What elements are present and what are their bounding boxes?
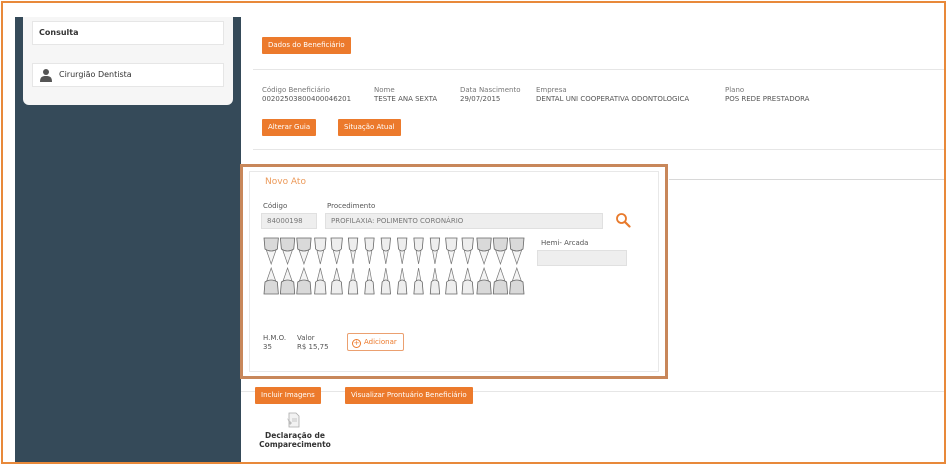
tooth[interactable] <box>296 267 312 295</box>
tooth[interactable] <box>413 237 424 265</box>
search-icon[interactable] <box>615 212 631 228</box>
hemi-arcada-select[interactable] <box>537 250 627 266</box>
tooth[interactable] <box>492 267 509 295</box>
tooth[interactable] <box>380 237 391 265</box>
divider <box>253 149 944 150</box>
tooth[interactable] <box>509 237 525 265</box>
codigo-beneficiario-value: 00202503800400046201 <box>262 95 352 103</box>
codigo-input[interactable]: 84000198 <box>261 213 317 229</box>
tooth[interactable] <box>347 267 359 295</box>
tooth[interactable] <box>413 267 424 295</box>
tooth[interactable] <box>263 267 279 295</box>
person-icon <box>40 69 52 82</box>
hmo-value: 35 <box>263 343 272 351</box>
sidebar-menu-panel: Consulta Cirurgião Dentista <box>23 17 233 105</box>
tooth[interactable] <box>476 267 492 295</box>
tooth[interactable] <box>380 267 391 295</box>
tooth[interactable] <box>445 267 458 295</box>
tooth[interactable] <box>492 237 509 265</box>
novo-ato-panel: Novo Ato Código 84000198 Procedimento PR… <box>240 164 668 379</box>
tooth[interactable] <box>314 237 327 265</box>
lower-teeth-chart[interactable] <box>263 267 525 295</box>
app-frame: Consulta Cirurgião Dentista Dados do Ben… <box>1 1 946 464</box>
procedimento-input[interactable]: PROFILAXIA: POLIMENTO CORONÁRIO <box>325 213 603 229</box>
tooth[interactable] <box>279 267 296 295</box>
tooth[interactable] <box>397 237 408 265</box>
procedimento-label: Procedimento <box>327 202 376 210</box>
empresa-field: Empresa DENTAL UNI COOPERATIVA ODONTOLOG… <box>536 86 690 103</box>
tooth[interactable] <box>461 267 474 295</box>
tooth[interactable] <box>330 237 343 265</box>
novo-ato-title: Novo Ato <box>265 177 306 187</box>
tooth[interactable] <box>347 237 359 265</box>
tooth[interactable] <box>445 237 458 265</box>
tooth[interactable] <box>397 267 408 295</box>
adicionar-button[interactable]: + Adicionar <box>347 333 404 351</box>
tooth[interactable] <box>429 267 441 295</box>
plano-field: Plano POS REDE PRESTADORA <box>725 86 810 103</box>
sidebar-item-label: Consulta <box>39 28 79 37</box>
divider <box>253 69 944 70</box>
visualizar-prontuario-button[interactable]: Visualizar Prontuário Beneficiário <box>345 387 473 404</box>
valor-field: Valor R$ 15,75 <box>297 334 329 351</box>
plano-value: POS REDE PRESTADORA <box>725 95 810 103</box>
divider <box>669 179 944 180</box>
document-icon[interactable] <box>286 412 300 428</box>
sidebar: Consulta Cirurgião Dentista <box>15 17 241 462</box>
empresa-value: DENTAL UNI COOPERATIVA ODONTOLOGICA <box>536 95 690 103</box>
tooth[interactable] <box>509 267 525 295</box>
hmo-field: H.M.O. 35 <box>263 334 287 351</box>
hemi-arcada-label: Hemi- Arcada <box>541 239 589 247</box>
situacao-atual-button[interactable]: Situação Atual <box>338 119 401 136</box>
nome-value: TESTE ANA SEXTA <box>374 95 438 103</box>
declaracao-comparecimento-link[interactable]: Declaração de Comparecimento <box>251 431 339 449</box>
tooth[interactable] <box>279 237 296 265</box>
plus-icon: + <box>352 339 361 348</box>
tooth[interactable] <box>364 267 375 295</box>
tooth[interactable] <box>429 237 441 265</box>
tooth[interactable] <box>461 237 474 265</box>
sidebar-item-consulta[interactable]: Consulta <box>32 21 224 45</box>
tooth[interactable] <box>476 237 492 265</box>
valor-value: R$ 15,75 <box>297 343 329 351</box>
nome-field: Nome TESTE ANA SEXTA <box>374 86 438 103</box>
data-nascimento-field: Data Nascimento 29/07/2015 <box>460 86 521 103</box>
upper-teeth-chart[interactable] <box>263 237 525 265</box>
dados-beneficiario-button[interactable]: Dados do Beneficiário <box>262 37 351 54</box>
tooth[interactable] <box>330 267 343 295</box>
tooth[interactable] <box>296 237 312 265</box>
sidebar-item-label: Cirurgião Dentista <box>59 70 132 79</box>
codigo-beneficiario-field: Código Beneficiário 00202503800400046201 <box>262 86 352 103</box>
alterar-guia-button[interactable]: Alterar Guia <box>262 119 317 136</box>
sidebar-item-cirurgiao-dentista[interactable]: Cirurgião Dentista <box>32 63 224 87</box>
tooth[interactable] <box>263 237 279 265</box>
tooth[interactable] <box>364 237 375 265</box>
incluir-imagens-button[interactable]: Incluir Imagens <box>255 387 321 404</box>
tooth[interactable] <box>314 267 327 295</box>
data-nascimento-value: 29/07/2015 <box>460 95 501 103</box>
codigo-label: Código <box>263 202 288 210</box>
